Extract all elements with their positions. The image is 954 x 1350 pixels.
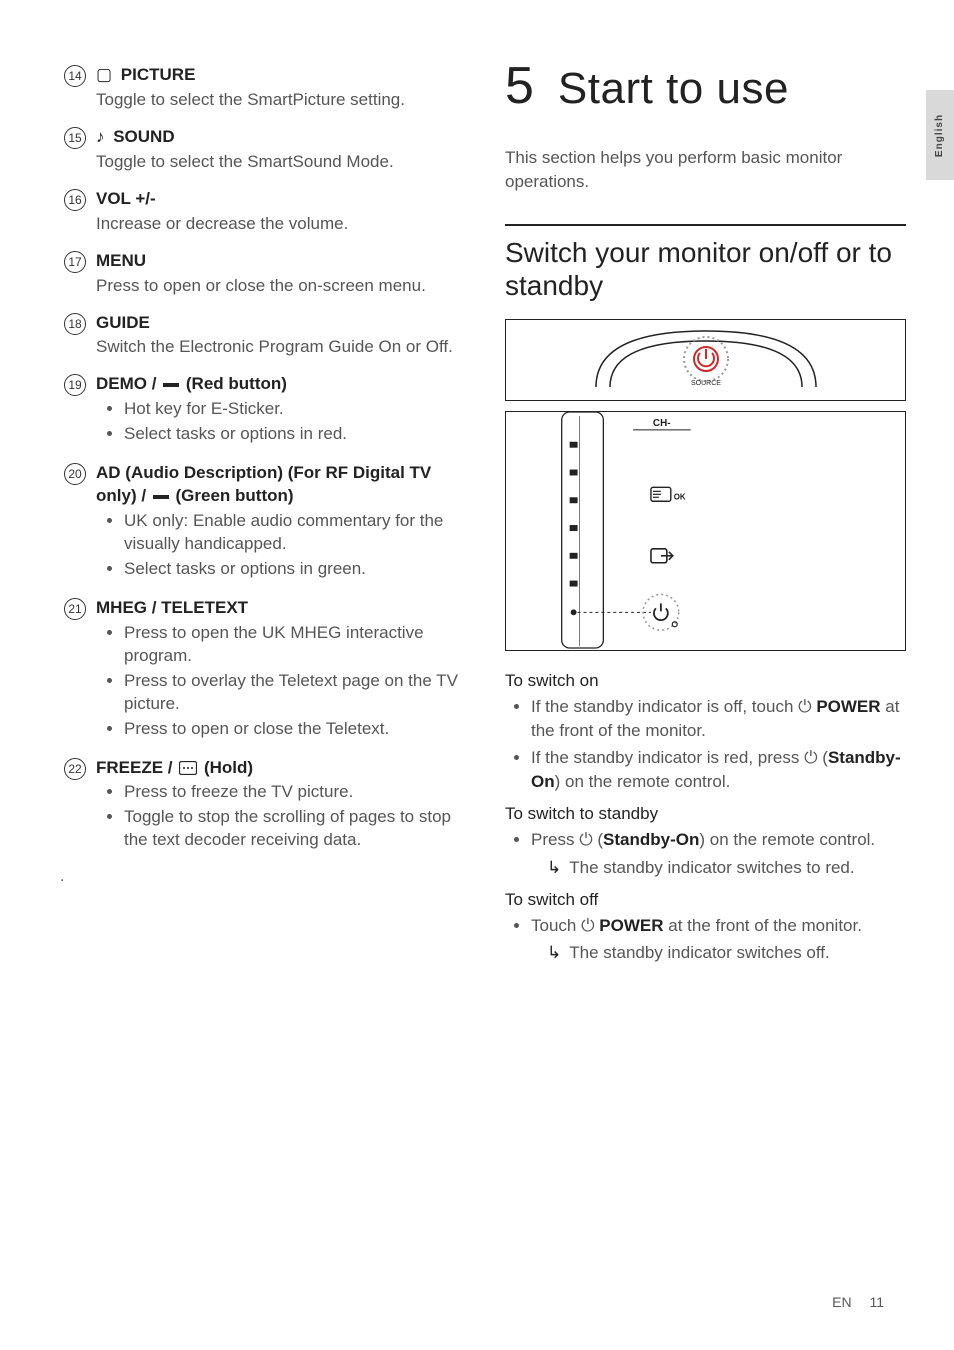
numbered-item: 15♪ SOUNDToggle to select the SmartSound… [60, 126, 461, 174]
numbered-item: 16VOL +/-Increase or decrease the volume… [60, 188, 461, 236]
result-item: The standby indicator switches off. [547, 941, 906, 965]
numbered-item: 20AD (Audio Description) (For RF Digital… [60, 462, 461, 583]
chapter-title: Start to use [558, 64, 789, 114]
switch-on-list: If the standby indicator is off, touch ⏻… [505, 695, 906, 794]
bullet-item: Hot key for E-Sticker. [124, 398, 461, 421]
side-language-tab: English [926, 90, 954, 180]
power-icon: ⏻ [579, 830, 592, 849]
page-footer: EN 11 [832, 1294, 884, 1310]
side-language-label: English [935, 113, 946, 156]
numbered-item: 19DEMO / (Red button)Hot key for E-Stick… [60, 373, 461, 448]
item-number: 20 [60, 462, 90, 583]
power-icon: ⏻ [581, 916, 594, 935]
two-column-layout: 14▢ PICTUREToggle to select the SmartPic… [60, 60, 906, 969]
item-title: MHEG / TELETEXT [96, 597, 461, 620]
item-title: MENU [96, 250, 461, 273]
chapter-number: 5 [505, 56, 534, 116]
chapter-heading: 5 Start to use [505, 56, 906, 116]
numbered-item: 17MENUPress to open or close the on-scre… [60, 250, 461, 298]
switch-standby-heading: To switch to standby [505, 804, 906, 824]
bullet-item: Toggle to stop the scrolling of pages to… [124, 806, 461, 852]
item-bullets: Press to freeze the TV picture.Toggle to… [96, 781, 461, 852]
item-number: 22 [60, 757, 90, 855]
switch-on-heading: To switch on [505, 671, 906, 691]
item-number: 17 [60, 250, 90, 298]
power-icon: ⏻ [804, 748, 817, 767]
item-body: ▢ PICTUREToggle to select the SmartPictu… [90, 64, 461, 112]
numbered-item: 22FREEZE / (Hold)Press to freeze the TV … [60, 757, 461, 855]
item-title: FREEZE / (Hold) [96, 757, 461, 780]
item-body: VOL +/-Increase or decrease the volume. [90, 188, 461, 236]
switch-off-heading: To switch off [505, 890, 906, 910]
left-column: 14▢ PICTUREToggle to select the SmartPic… [60, 60, 461, 969]
item-number: 16 [60, 188, 90, 236]
item-description: Press to open or close the on-screen men… [96, 275, 461, 298]
monitor-front-diagram: SOURCE [505, 319, 906, 401]
source-label: SOURCE [691, 380, 721, 387]
footer-page-number: 11 [869, 1294, 884, 1310]
item-body: AD (Audio Description) (For RF Digital T… [90, 462, 461, 583]
bullet-item: Select tasks or options in red. [124, 423, 461, 446]
item-bullets: Press to open the UK MHEG interactive pr… [96, 622, 461, 741]
stray-period: . [60, 868, 461, 886]
item-number: 14 [60, 64, 90, 112]
item-number: 15 [60, 126, 90, 174]
list-item: Touch ⏻ POWER at the front of the monito… [531, 914, 906, 966]
item-body: DEMO / (Red button)Hot key for E-Sticker… [90, 373, 461, 448]
intro-text: This section helps you perform basic mon… [505, 146, 906, 194]
item-title: AD (Audio Description) (For RF Digital T… [96, 462, 461, 508]
bullet-item: Press to open or close the Teletext. [124, 718, 461, 741]
bullet-item: Press to open the UK MHEG interactive pr… [124, 622, 461, 668]
result-item: The standby indicator switches to red. [547, 856, 906, 880]
item-bullets: Hot key for E-Sticker.Select tasks or op… [96, 398, 461, 446]
power-icon: ⏻ [798, 697, 811, 716]
item-body: MHEG / TELETEXTPress to open the UK MHEG… [90, 597, 461, 743]
footer-lang: EN [832, 1294, 851, 1310]
item-title: VOL +/- [96, 188, 461, 211]
numbered-item: 14▢ PICTUREToggle to select the SmartPic… [60, 64, 461, 112]
remote-diagram: CH- OK [505, 411, 906, 651]
item-title: DEMO / (Red button) [96, 373, 461, 396]
item-title: GUIDE [96, 312, 461, 335]
result-sublist: The standby indicator switches off. [531, 941, 906, 965]
page: English 14▢ PICTUREToggle to select the … [0, 0, 954, 1350]
section-rule [505, 224, 906, 226]
item-description: Increase or decrease the volume. [96, 213, 461, 236]
item-number: 18 [60, 312, 90, 360]
list-item: Press ⏻ (Standby-On) on the remote contr… [531, 828, 906, 880]
item-bullets: UK only: Enable audio commentary for the… [96, 510, 461, 581]
section-title: Switch your monitor on/off or to standby [505, 236, 906, 303]
item-body: FREEZE / (Hold)Press to freeze the TV pi… [90, 757, 461, 855]
item-description: Toggle to select the SmartPicture settin… [96, 89, 461, 112]
list-item: If the standby indicator is off, touch ⏻… [531, 695, 906, 743]
ok-label: OK [674, 492, 686, 501]
result-sublist: The standby indicator switches to red. [531, 856, 906, 880]
switch-off-list: Touch ⏻ POWER at the front of the monito… [505, 914, 906, 966]
item-body: GUIDESwitch the Electronic Program Guide… [90, 312, 461, 360]
right-column: 5 Start to use This section helps you pe… [505, 60, 906, 969]
bullet-item: Press to overlay the Teletext page on th… [124, 670, 461, 716]
item-title: ▢ PICTURE [96, 64, 461, 87]
item-body: ♪ SOUNDToggle to select the SmartSound M… [90, 126, 461, 174]
item-title: ♪ SOUND [96, 126, 461, 149]
item-number: 19 [60, 373, 90, 448]
switch-standby-list: Press ⏻ (Standby-On) on the remote contr… [505, 828, 906, 880]
bullet-item: Press to freeze the TV picture. [124, 781, 461, 804]
bullet-item: UK only: Enable audio commentary for the… [124, 510, 461, 556]
numbered-item: 18GUIDESwitch the Electronic Program Gui… [60, 312, 461, 360]
bullet-item: Select tasks or options in green. [124, 558, 461, 581]
item-body: MENUPress to open or close the on-screen… [90, 250, 461, 298]
ch-minus-label: CH- [653, 418, 671, 429]
item-description: Toggle to select the SmartSound Mode. [96, 151, 461, 174]
numbered-item: 21MHEG / TELETEXTPress to open the UK MH… [60, 597, 461, 743]
item-number: 21 [60, 597, 90, 743]
list-item: If the standby indicator is red, press ⏻… [531, 746, 906, 794]
item-description: Switch the Electronic Program Guide On o… [96, 336, 461, 359]
